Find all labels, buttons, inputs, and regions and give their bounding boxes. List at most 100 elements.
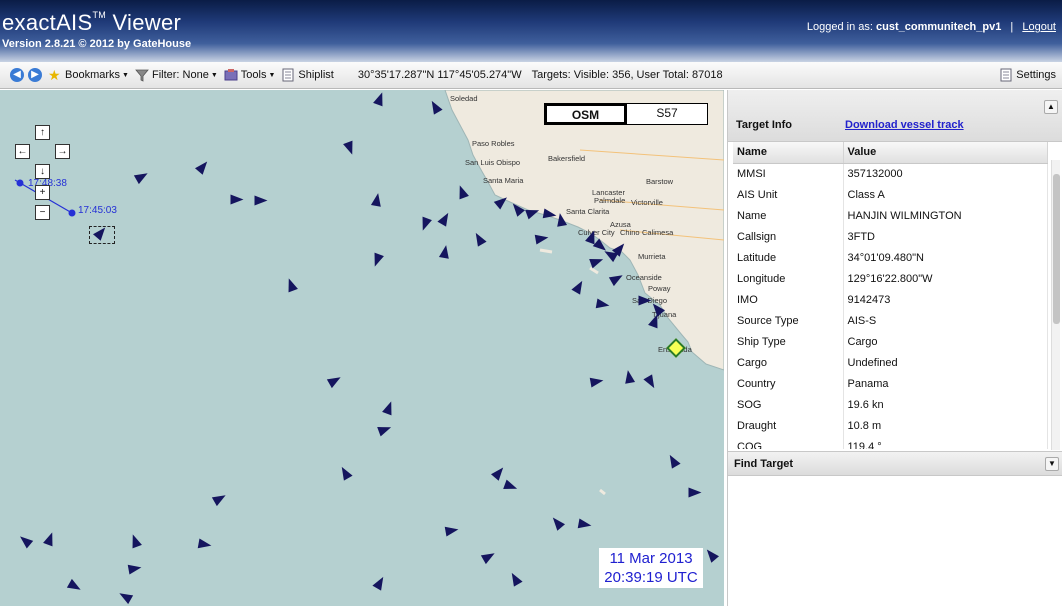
field-name: Country [733, 373, 844, 394]
pan-down-button[interactable]: ↓ [35, 164, 50, 179]
field-name: COG [733, 436, 844, 449]
field-value: 9142473 [843, 289, 1048, 310]
field-name: Callsign [733, 226, 844, 247]
pan-left-button[interactable]: ← [15, 144, 30, 159]
app-logo: exactAISTM Viewer [2, 10, 182, 35]
vessel-marker[interactable] [230, 194, 244, 205]
table-row[interactable]: Latitude 34°01'09.480"N [733, 247, 1048, 268]
filter-menu[interactable]: Filter: None ▼ [135, 68, 218, 82]
vessel-marker[interactable] [595, 298, 611, 311]
target-info-header: ▲ Target Info Download vessel track [728, 90, 1062, 142]
expand-down-icon[interactable]: ▼ [1045, 457, 1059, 471]
field-value: 357132000 [843, 163, 1048, 184]
vessel-marker[interactable] [638, 295, 652, 306]
vessel-marker[interactable] [577, 518, 593, 531]
place-label: Santa Clarita [566, 207, 610, 216]
back-arrow-icon[interactable]: ◀ [10, 68, 24, 82]
coastline [14, 90, 724, 496]
place-label: Victorville [631, 198, 663, 207]
scrollbar-thumb[interactable] [1053, 174, 1060, 324]
table-row[interactable]: Ship Type Cargo [733, 331, 1048, 352]
field-value: Undefined [843, 352, 1048, 373]
cursor-coordinates: 30°35'17.287"N 117°45'05.274"W [357, 69, 522, 81]
field-name: Ship Type [733, 331, 844, 352]
place-label: Murrieta [638, 252, 666, 261]
place-label: Palmdale [594, 196, 626, 205]
vessel-marker[interactable] [688, 487, 702, 498]
map-timestamp: 11 Mar 2013 20:39:19 UTC [599, 548, 703, 588]
zoom-in-button[interactable]: + [35, 185, 50, 200]
find-target-title: Find Target [734, 458, 794, 470]
download-vessel-track-link[interactable]: Download vessel track [845, 119, 964, 131]
table-row[interactable]: Cargo Undefined [733, 352, 1048, 373]
zoom-out-button[interactable]: − [35, 205, 50, 220]
table-row[interactable]: SOG 19.6 kn [733, 394, 1048, 415]
place-label: Oceanside [626, 273, 662, 282]
table-row[interactable]: Source Type AIS-S [733, 310, 1048, 331]
app-header: exactAISTM Viewer Version 2.8.21 © 2012 … [0, 0, 1062, 62]
place-label: San Luis Obispo [465, 158, 521, 167]
tools-icon [224, 68, 238, 82]
table-row[interactable]: COG 119.4 ° [733, 436, 1048, 449]
settings-label: Settings [1016, 69, 1056, 81]
collapse-up-icon[interactable]: ▲ [1044, 100, 1058, 114]
field-name: Longitude [733, 268, 844, 289]
vessel-marker[interactable] [554, 212, 568, 227]
timestamp-date: 11 Mar 2013 [609, 550, 693, 567]
settings-button[interactable]: Settings [999, 68, 1056, 82]
field-value: AIS-S [843, 310, 1048, 331]
field-name: SOG [733, 394, 844, 415]
map-view[interactable]: Soledad Paso Robles San Luis Obispo Bake… [0, 90, 724, 606]
field-value: 3FTD [843, 226, 1048, 247]
vessel-marker[interactable] [197, 538, 213, 551]
target-info-table: Name Value MMSI 357132000 AIS Unit Class AN… [733, 142, 1061, 449]
place-label: Soledad [450, 94, 478, 103]
tools-menu[interactable]: Tools ▼ [224, 68, 275, 82]
field-value: HANJIN WILMINGTON [843, 205, 1048, 226]
forward-arrow-icon[interactable]: ▶ [28, 68, 42, 82]
toolbar: ◀ ▶ ★ Bookmarks ▼ Filter: None ▼ Tools ▼ Sh… [0, 62, 1062, 89]
table-row[interactable]: Longitude 129°16'22.800"W [733, 268, 1048, 289]
bookmarks-label: Bookmarks [65, 69, 121, 81]
place-label: Bakersfield [548, 154, 586, 163]
column-header-value[interactable]: Value [843, 142, 1048, 164]
table-row[interactable]: Callsign 3FTD [733, 226, 1048, 247]
tools-label: Tools [240, 69, 267, 81]
layer-osm-button[interactable]: OSM [545, 104, 626, 124]
shiplist-label: Shiplist [298, 69, 334, 81]
shiplist-button[interactable]: Shiplist [281, 68, 334, 82]
separator: | [1010, 21, 1014, 33]
column-header-name[interactable]: Name [733, 142, 844, 164]
table-scrollbar[interactable] [1051, 160, 1060, 450]
track-time-label: 17:45:03 [78, 205, 117, 216]
field-name: IMO [733, 289, 844, 310]
table-row[interactable]: Name HANJIN WILMINGTON [733, 205, 1048, 226]
place-label: Chino [620, 228, 640, 237]
table-row[interactable]: IMO 9142473 [733, 289, 1048, 310]
layer-s57-button[interactable]: S57 [626, 104, 707, 124]
place-label: Barstow [646, 177, 674, 186]
table-row[interactable]: AIS Unit Class A [733, 184, 1048, 205]
vessel-marker[interactable] [254, 195, 268, 206]
table-row[interactable]: Country Panama [733, 373, 1048, 394]
star-icon: ★ [48, 67, 61, 83]
vessel-marker[interactable] [622, 369, 636, 384]
table-row[interactable]: MMSI 357132000 [733, 163, 1048, 184]
target-panel: ▲ Target Info Download vessel track Name… [727, 90, 1062, 606]
field-value: 10.8 m [843, 415, 1048, 436]
field-value: 129°16'22.800"W [843, 268, 1048, 289]
logout-link[interactable]: Logout [1022, 21, 1056, 33]
bookmarks-menu[interactable]: ★ Bookmarks ▼ [48, 68, 129, 82]
pan-right-button[interactable]: → [55, 144, 70, 159]
timestamp-time: 20:39:19 UTC [604, 569, 698, 586]
login-info: Logged in as: cust_communitech_pv1 | Log… [807, 21, 1056, 33]
login-prefix: Logged in as: [806, 21, 873, 33]
caret-down-icon: ▼ [122, 71, 129, 79]
field-name: Draught [733, 415, 844, 436]
table-row[interactable]: Draught 10.8 m [733, 415, 1048, 436]
pan-up-button[interactable]: ↑ [35, 125, 50, 140]
document-icon [281, 68, 295, 82]
find-target-header[interactable]: Find Target ▼ [728, 451, 1062, 476]
place-label: Poway [648, 284, 671, 293]
field-name: Name [733, 205, 844, 226]
